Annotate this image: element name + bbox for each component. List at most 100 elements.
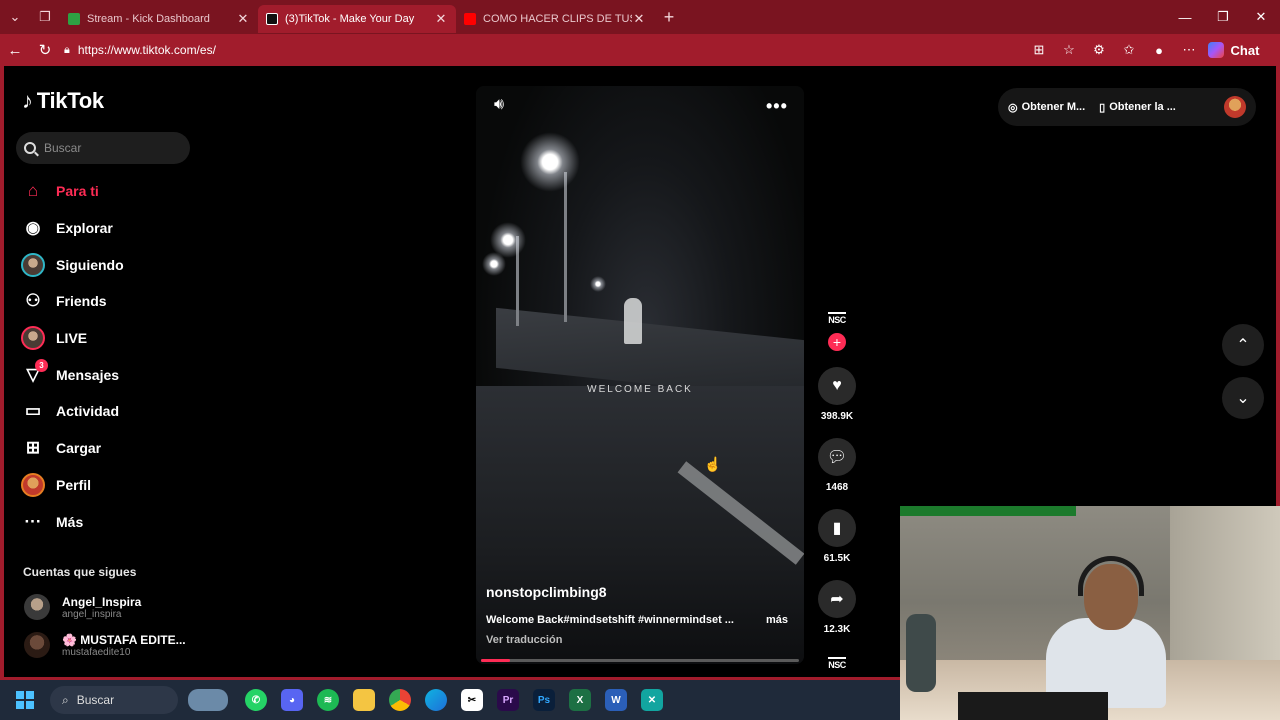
app-icon: ◎ (1008, 101, 1018, 114)
excel-icon: X (569, 689, 591, 711)
whatsapp-icon: ✆ (245, 689, 267, 711)
toolbar-icons: ⊞ ☆ ⚙ ✩ ● ⋯ Chat (1024, 42, 1260, 58)
bottle (906, 614, 936, 692)
taskbar-app[interactable]: ✕ (634, 680, 670, 720)
sidebar-item-cargar[interactable]: ⊞ Cargar (20, 430, 124, 467)
sidebar-item-mensajes[interactable]: ▽ 3 Mensajes (20, 356, 124, 393)
compass-icon: ◉ (25, 218, 41, 238)
sidebar-item-para-ti[interactable]: ⌂ Para ti (20, 173, 124, 210)
user-avatar[interactable] (1224, 96, 1246, 118)
more-options-icon[interactable]: ••• (766, 96, 788, 117)
sidebar-item-label: Perfil (56, 476, 92, 493)
search-input[interactable]: Buscar (16, 132, 190, 164)
mousepad (958, 692, 1108, 720)
next-video-button[interactable]: ⌄ (1222, 377, 1264, 419)
file-explorer-icon (353, 689, 375, 711)
more-link[interactable]: más (766, 614, 788, 626)
minimize-icon[interactable]: — (1166, 0, 1204, 34)
creator-avatar[interactable]: NSC (828, 312, 846, 325)
taskbar-app[interactable] (382, 680, 418, 720)
upload-icon: ⊞ (25, 438, 41, 458)
music-disc-icon[interactable]: NSC (828, 657, 846, 670)
sidebar-item-label: LIVE (56, 330, 88, 347)
close-tab-icon[interactable]: ✕ (632, 11, 646, 27)
discord-icon: ◕ (281, 689, 303, 711)
word-icon: W (605, 689, 627, 711)
taskbar-app[interactable]: W (598, 680, 634, 720)
tab-title: Stream - Kick Dashboard (87, 13, 210, 25)
like-button[interactable]: ♥ (818, 367, 856, 405)
tab-kick-dashboard[interactable]: Stream - Kick Dashboard ✕ (60, 5, 258, 33)
spotify-icon: ≋ (317, 689, 339, 711)
get-desktop-chip[interactable]: ▯ Obtener la ... (1099, 101, 1176, 114)
sidebar-item-mas[interactable]: ··· Más (20, 503, 124, 540)
comment-button[interactable]: 💬︎ (818, 438, 856, 476)
dots-icon: ··· (24, 511, 42, 531)
stream-hud-bar (900, 506, 1076, 516)
taskbar-app[interactable]: Ps (526, 680, 562, 720)
tab-youtube[interactable]: COMO HACER CLIPS DE TUS STRE ✕ (456, 5, 654, 33)
sidebar-item-siguiendo[interactable]: Siguiendo (20, 246, 124, 283)
sidebar-item-actividad[interactable]: ▭ Actividad (20, 393, 124, 430)
tiktok-logo[interactable]: ♪ TikTok (22, 88, 104, 114)
tab-menu-chevron-icon[interactable]: ⌄ (0, 0, 30, 34)
edge-icon (425, 689, 447, 711)
maximize-icon[interactable]: ❐ (1204, 0, 1242, 34)
sidebar-item-friends[interactable]: ⚇ Friends (20, 283, 124, 320)
live-avatar-icon (20, 325, 46, 351)
bookmark-icon: ▮ (832, 520, 842, 537)
share-button[interactable]: ➦ (818, 580, 856, 618)
sidebar-item-label: Friends (56, 293, 107, 310)
taskbar-app[interactable]: ◕ (274, 680, 310, 720)
video-actions: NSC + ♥ 398.9K 💬︎ 1468 ▮ 61.5K ➦ 12.3K N… (816, 312, 858, 670)
taskbar-app[interactable]: X (562, 680, 598, 720)
following-item[interactable]: Angel_Inspira angel_inspira (24, 594, 141, 620)
app-x-icon: ✕ (641, 689, 663, 711)
video-player[interactable]: WELCOME BACK (476, 86, 804, 664)
taskbar-app[interactable]: ≋ (310, 680, 346, 720)
split-screen-icon[interactable]: ⊞ (1024, 42, 1054, 58)
video-progress-bar[interactable] (481, 659, 799, 662)
url-field[interactable]: 🔒︎ https://www.tiktok.com/es/ (64, 38, 1024, 62)
follow-button[interactable]: + (828, 333, 846, 351)
sidebar-item-explorar[interactable]: ◉ Explorar (20, 210, 124, 247)
following-item[interactable]: 🌸 MUSTAFA EDITE... mustafaedite10 (24, 632, 186, 658)
workspaces-icon[interactable]: ❐ (30, 0, 60, 34)
new-tab-button[interactable]: + (654, 7, 684, 28)
sidebar-item-label: Explorar (56, 220, 113, 237)
favorite-star-icon[interactable]: ☆ (1054, 42, 1084, 58)
sidebar-item-label: Mensajes (56, 366, 120, 383)
close-tab-icon[interactable]: ✕ (236, 11, 250, 27)
taskbar-app[interactable] (346, 680, 382, 720)
save-button[interactable]: ▮ (818, 509, 856, 547)
translate-link[interactable]: Ver traducción (486, 634, 562, 646)
start-button[interactable] (0, 680, 50, 720)
extensions-icon[interactable]: ⚙ (1084, 42, 1114, 58)
refresh-icon[interactable]: ↻ (30, 34, 60, 66)
previous-video-button[interactable]: ⌃ (1222, 324, 1264, 366)
url-text: https://www.tiktok.com/es/ (77, 43, 216, 57)
copilot-chat-button[interactable]: Chat (1208, 42, 1260, 58)
volume-icon[interactable]: 🔊︎ (494, 96, 504, 114)
settings-dots-icon[interactable]: ⋯ (1174, 42, 1204, 58)
taskbar-app[interactable]: Pr (490, 680, 526, 720)
profile-icon[interactable]: ● (1144, 43, 1174, 58)
close-tab-icon[interactable]: ✕ (434, 11, 448, 27)
weather-widget[interactable] (178, 680, 238, 720)
back-icon[interactable]: ← (0, 34, 30, 66)
close-window-icon[interactable]: ✕ (1242, 0, 1280, 34)
taskbar-app[interactable] (418, 680, 454, 720)
video-overlay-text: WELCOME BACK (587, 384, 693, 395)
webcam-overlay (900, 506, 1280, 720)
video-username[interactable]: nonstopclimbing8 (486, 584, 607, 600)
get-app-chip[interactable]: ◎ Obtener M... (1008, 101, 1085, 114)
taskbar-app[interactable]: ✆ (238, 680, 274, 720)
comment-count: 1468 (825, 482, 849, 493)
taskbar-search[interactable]: ⌕ Buscar (50, 686, 178, 714)
sidebar-item-perfil[interactable]: Perfil (20, 467, 124, 504)
taskbar-app[interactable]: ✂ (454, 680, 490, 720)
tab-tiktok[interactable]: (3)TikTok - Make Your Day ✕ (258, 5, 456, 33)
lock-icon[interactable]: 🔒︎ (64, 44, 70, 57)
favorites-icon[interactable]: ✩ (1114, 42, 1144, 58)
sidebar-item-live[interactable]: LIVE (20, 320, 124, 357)
